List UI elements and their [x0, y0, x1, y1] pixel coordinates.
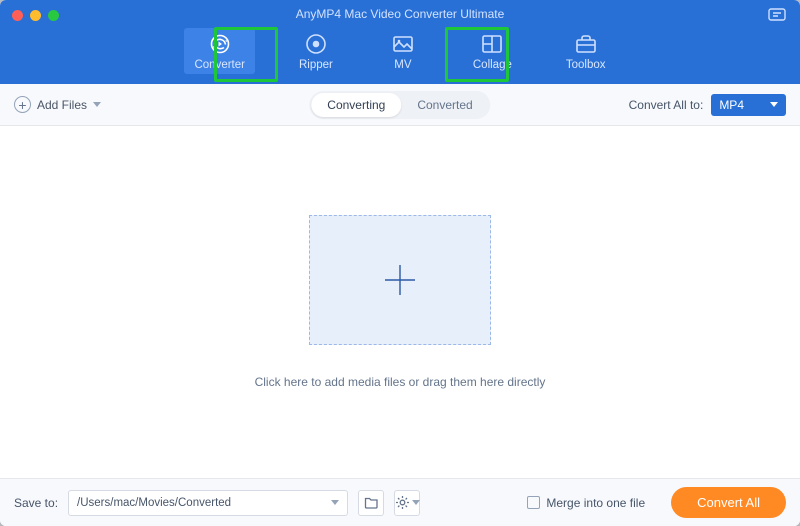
nav-collage[interactable]: Collage: [463, 28, 522, 74]
nav-ripper[interactable]: Ripper: [289, 28, 343, 74]
toolbox-icon: [574, 33, 598, 55]
caret-down-icon: [412, 500, 420, 505]
feedback-icon[interactable]: [768, 8, 786, 24]
plus-circle-icon: +: [14, 96, 31, 113]
status-tabs: Converting Converted: [309, 91, 490, 119]
nav-toolbox[interactable]: Toolbox: [556, 28, 616, 74]
nav-converter[interactable]: Converter: [184, 28, 255, 74]
drop-hint: Click here to add media files or drag th…: [255, 375, 546, 389]
main-nav: Converter Ripper MV Collage Toolbox: [0, 28, 800, 74]
caret-down-icon: [770, 102, 778, 107]
app-window: AnyMP4 Mac Video Converter Ultimate Conv…: [0, 0, 800, 526]
save-to-dropdown[interactable]: /Users/mac/Movies/Converted: [68, 490, 348, 516]
save-to-label: Save to:: [14, 496, 58, 510]
nav-label: Toolbox: [566, 59, 606, 71]
nav-label: MV: [394, 59, 411, 71]
nav-label: Collage: [473, 59, 512, 71]
caret-down-icon: [331, 500, 339, 505]
convert-all-to-label: Convert All to:: [629, 98, 704, 112]
plus-icon: [378, 258, 422, 302]
main-area: Click here to add media files or drag th…: [0, 126, 800, 478]
collage-icon: [480, 33, 504, 55]
nav-mv[interactable]: MV: [377, 28, 429, 74]
convert-all-to-control: Convert All to: MP4: [629, 94, 786, 116]
merge-label: Merge into one file: [546, 496, 645, 510]
merge-checkbox[interactable]: Merge into one file: [527, 496, 645, 510]
output-format-value: MP4: [719, 98, 744, 112]
add-files-button[interactable]: + Add Files: [14, 96, 101, 113]
image-icon: [391, 33, 415, 55]
title-bar: AnyMP4 Mac Video Converter Ultimate Conv…: [0, 0, 800, 84]
add-files-label: Add Files: [37, 98, 87, 112]
tab-converted[interactable]: Converted: [401, 93, 488, 117]
tab-converting[interactable]: Converting: [311, 93, 401, 117]
gear-icon: [395, 495, 410, 510]
caret-down-icon: [93, 102, 101, 107]
open-folder-button[interactable]: [358, 490, 384, 516]
checkbox-icon: [527, 496, 540, 509]
nav-label: Ripper: [299, 59, 333, 71]
converter-icon: [208, 33, 232, 55]
folder-icon: [364, 496, 379, 509]
app-title: AnyMP4 Mac Video Converter Ultimate: [0, 7, 800, 21]
convert-all-button[interactable]: Convert All: [671, 487, 786, 518]
drop-zone[interactable]: [309, 215, 491, 345]
save-to-path: /Users/mac/Movies/Converted: [77, 497, 231, 509]
footer-bar: Save to: /Users/mac/Movies/Converted Mer…: [0, 478, 800, 526]
disc-icon: [304, 33, 328, 55]
toolbar: + Add Files Converting Converted Convert…: [0, 84, 800, 126]
output-format-dropdown[interactable]: MP4: [711, 94, 786, 116]
convert-all-label: Convert All: [697, 495, 760, 510]
nav-label: Converter: [194, 59, 245, 71]
settings-button[interactable]: [394, 490, 420, 516]
